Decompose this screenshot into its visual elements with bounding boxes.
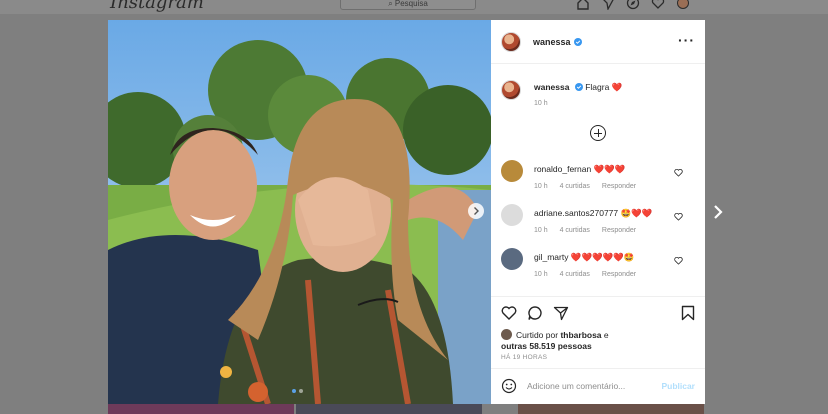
comment-meta: 10 h 4 curtidas Responder <box>534 183 646 190</box>
comment-text: ronaldo_fernan ❤️❤️❤️ <box>534 164 625 175</box>
comment-time: 10 h <box>534 183 548 190</box>
author-avatar[interactable] <box>501 31 521 52</box>
caption-text: wanessa Flagra ❤️ <box>534 82 622 93</box>
commenter-avatar[interactable] <box>501 204 523 226</box>
comment-text: gil_marty ❤️❤️❤️❤️❤️🤩 <box>534 252 634 263</box>
liked-by-prefix: Curtido por <box>516 330 559 340</box>
publish-button[interactable]: Publicar <box>661 381 695 391</box>
share-paper-plane-icon[interactable] <box>553 305 569 321</box>
comment-time: 10 h <box>534 271 548 278</box>
search-input[interactable]: ⌕ Pesquisa <box>340 0 476 10</box>
emoji-smiley-icon[interactable] <box>501 378 517 394</box>
comment-likes[interactable]: 4 curtidas <box>560 227 590 234</box>
comment-like-heart-icon[interactable] <box>674 168 683 177</box>
post-header: wanessa ··· <box>491 20 705 64</box>
author-username[interactable]: wanessa <box>533 37 571 47</box>
comment-body: ❤️❤️❤️ <box>593 164 626 174</box>
liker-avatar[interactable] <box>501 329 512 340</box>
comment-likes[interactable]: 4 curtidas <box>560 271 590 278</box>
comment-item: ronaldo_fernan ❤️❤️❤️ 10 h 4 curtidas Re… <box>501 160 697 200</box>
activity-heart-icon[interactable] <box>651 0 665 10</box>
comment-likes[interactable]: 4 curtidas <box>560 183 590 190</box>
grid-thumbnail[interactable] <box>108 404 294 414</box>
post-timestamp[interactable]: HÁ 19 HORAS <box>501 354 547 361</box>
comment-text: adriane.santos270777 🤩❤️❤️ <box>534 208 652 219</box>
caption-time: 10 h <box>534 100 548 107</box>
add-comment-bar: Publicar <box>491 368 705 404</box>
comment-body: ❤️❤️❤️❤️❤️🤩 <box>570 252 635 262</box>
carousel-dots <box>292 389 303 393</box>
grid-thumbnail[interactable] <box>296 404 482 414</box>
post-side-panel: wanessa ··· wanessa Flagra ❤️ 10 h ronal… <box>491 20 705 404</box>
search-placeholder: Pesquisa <box>394 0 428 8</box>
reply-button[interactable]: Responder <box>602 271 636 278</box>
save-bookmark-icon[interactable] <box>681 305 695 321</box>
grid-thumbnail[interactable] <box>518 404 704 414</box>
profile-icon[interactable] <box>676 0 690 10</box>
commenter-username[interactable]: adriane.santos270777 <box>534 208 618 218</box>
carousel-dot-active <box>292 389 296 393</box>
comment-time: 10 h <box>534 227 548 234</box>
comments-list[interactable]: wanessa Flagra ❤️ 10 h ronaldo_fernan ❤️… <box>491 64 705 296</box>
comment-like-heart-icon[interactable] <box>674 256 683 265</box>
photo-next-button[interactable] <box>468 203 484 219</box>
photo-illustration <box>108 20 491 404</box>
likes-count[interactable]: outras 58.519 pessoas <box>501 341 592 351</box>
action-icons <box>501 305 569 321</box>
next-post-chevron-icon[interactable] <box>711 203 725 221</box>
caption-body: Flagra <box>585 82 610 92</box>
nav-icons <box>576 0 690 10</box>
like-heart-icon[interactable] <box>501 305 517 321</box>
liked-by: Curtido por thbarbosa e outras 58.519 pe… <box>501 329 609 352</box>
comment-bubble-icon[interactable] <box>527 305 543 321</box>
comment-item: gil_marty ❤️❤️❤️❤️❤️🤩 10 h 4 curtidas Re… <box>501 248 697 288</box>
home-icon[interactable] <box>576 0 590 10</box>
reply-button[interactable]: Responder <box>602 183 636 190</box>
load-more-comments-button[interactable] <box>590 125 606 141</box>
comment-body: 🤩❤️❤️ <box>620 208 653 218</box>
comment-like-heart-icon[interactable] <box>674 212 683 221</box>
reply-button[interactable]: Responder <box>602 227 636 234</box>
commenter-avatar[interactable] <box>501 160 523 182</box>
caption-author[interactable]: wanessa <box>534 82 569 92</box>
liked-by-user[interactable]: thbarbosa <box>560 330 601 340</box>
caption-emoji: ❤️ <box>611 82 623 92</box>
comment-input[interactable] <box>527 378 647 394</box>
post-photo[interactable] <box>108 20 491 404</box>
commenter-username[interactable]: gil_marty <box>534 252 568 262</box>
commenter-avatar[interactable] <box>501 248 523 270</box>
comment-item: adriane.santos270777 🤩❤️❤️ 10 h 4 curtid… <box>501 204 697 244</box>
direct-icon[interactable] <box>601 0 615 10</box>
commenter-username[interactable]: ronaldo_fernan <box>534 164 591 174</box>
carousel-dot <box>299 389 303 393</box>
comment-meta: 10 h 4 curtidas Responder <box>534 227 646 234</box>
liked-by-connector: e <box>603 330 609 340</box>
verified-badge-icon <box>573 37 582 46</box>
instagram-logo[interactable]: Instagram <box>110 0 204 13</box>
more-options-icon[interactable]: ··· <box>678 32 695 48</box>
chevron-right-icon <box>474 207 479 215</box>
verified-badge-icon <box>574 83 583 91</box>
caption-author-avatar[interactable] <box>501 80 521 100</box>
top-navbar: Instagram ⌕ Pesquisa <box>0 0 828 14</box>
explore-icon[interactable] <box>626 0 640 10</box>
comment-meta: 10 h 4 curtidas Responder <box>534 271 646 278</box>
